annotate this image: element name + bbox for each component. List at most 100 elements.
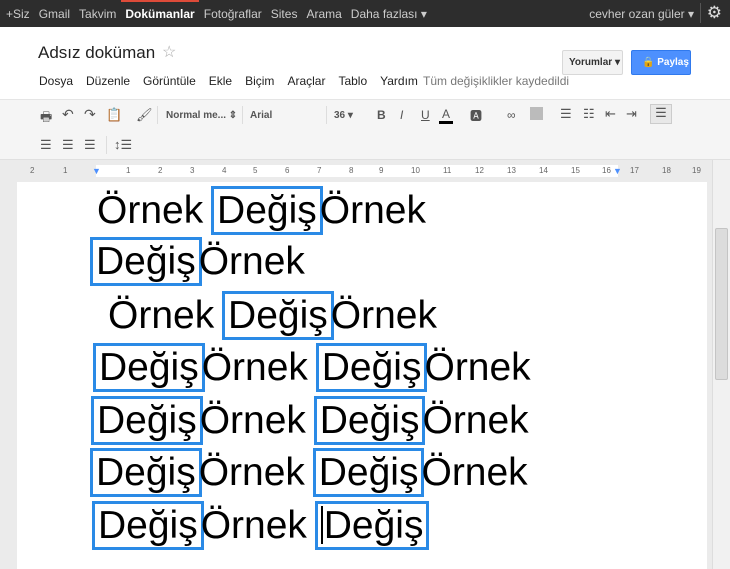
menu-view[interactable]: Görüntüle <box>143 74 196 88</box>
divider <box>242 106 243 124</box>
ruler-label: 12 <box>475 166 484 175</box>
ruler-label: 19 <box>692 166 701 175</box>
highlighted-word: Değiş <box>315 343 428 392</box>
vertical-scrollbar[interactable] <box>712 160 730 569</box>
text-color-icon[interactable]: A <box>439 107 454 124</box>
highlight-color-icon[interactable]: 🅰 <box>470 107 482 124</box>
right-indent-handle[interactable]: ▼ <box>613 166 622 176</box>
ruler-label: 4 <box>222 166 227 175</box>
redo-icon[interactable]: ↷ <box>84 106 96 123</box>
text-run: Örnek <box>319 189 426 232</box>
italic-icon[interactable]: I <box>400 108 403 122</box>
ruler-label: 17 <box>630 166 639 175</box>
nav-plus[interactable]: +Siz <box>6 7 30 21</box>
ruler[interactable]: 2 1 ▼ 1 2 3 4 5 6 7 8 9 10 11 12 13 14 1… <box>0 160 712 182</box>
gear-icon[interactable]: ⚙ <box>699 3 722 23</box>
text-run: Örnek <box>97 189 215 232</box>
justify-icon[interactable]: ☰ <box>84 137 96 153</box>
divider <box>157 106 158 124</box>
save-status: Tüm değişiklikler kaydedildi <box>423 74 570 88</box>
ruler-label: 16 <box>602 166 611 175</box>
text-cursor <box>320 506 323 544</box>
ruler-label: 9 <box>379 166 384 175</box>
bold-icon[interactable]: B <box>377 108 386 122</box>
scrollbar-thumb[interactable] <box>715 228 728 380</box>
highlighted-word: Değiş <box>90 237 202 286</box>
user-menu[interactable]: cevher ozan güler ▾ <box>589 7 694 21</box>
divider <box>326 106 327 124</box>
ruler-label: 2 <box>30 166 35 175</box>
paint-format-icon[interactable]: 🖌 <box>136 107 153 123</box>
highlighted-word: Değiş <box>211 186 323 235</box>
menu-tools[interactable]: Araçlar <box>287 74 325 88</box>
text-run: Örnek <box>330 294 437 337</box>
toolbar: 🖶 ↶ ↷ 📋 🖌 Normal me... ⇕ Arial 36 ▾ B I … <box>0 99 730 160</box>
underline-icon[interactable]: U <box>421 108 430 122</box>
menu-file[interactable]: Dosya <box>39 74 73 88</box>
ruler-label: 18 <box>662 166 671 175</box>
document-page[interactable]: Örnek DeğişÖrnek DeğişÖrnek Örnek DeğişÖ… <box>17 182 707 569</box>
text-line[interactable]: Örnek DeğişÖrnek <box>108 291 437 340</box>
text-line[interactable]: Örnek DeğişÖrnek <box>97 186 426 235</box>
ruler-label: 8 <box>349 166 354 175</box>
text-run: Örnek <box>198 451 316 494</box>
text-line[interactable]: DeğişÖrnek DeğişÖrnek <box>93 343 531 392</box>
ruler-label: 1 <box>126 166 131 175</box>
nav-gmail[interactable]: Gmail <box>39 7 70 21</box>
text-run: Örnek <box>201 346 319 389</box>
share-button[interactable]: 🔒 Paylaş <box>631 50 691 75</box>
font-select[interactable]: Arial <box>250 110 320 121</box>
ruler-label: 13 <box>507 166 516 175</box>
left-indent-handle[interactable]: ▼ <box>92 166 101 176</box>
text-line[interactable]: DeğişÖrnek DeğişÖrnek <box>91 396 529 445</box>
menu-table[interactable]: Tablo <box>338 74 367 88</box>
font-size-select[interactable]: 36 ▾ <box>334 110 353 121</box>
align-right-icon[interactable]: ☰ <box>62 137 74 153</box>
ruler-label: 10 <box>411 166 420 175</box>
highlighted-word: Değiş <box>312 448 425 497</box>
menu-help[interactable]: Yardım <box>380 74 418 88</box>
line-spacing-icon[interactable]: ↕☰ <box>114 137 132 153</box>
decrease-indent-icon[interactable]: ⇤ <box>605 106 616 122</box>
text-run: Örnek <box>422 399 529 442</box>
text-line[interactable]: DeğişÖrnek Değiş <box>92 501 430 550</box>
align-center-icon[interactable]: ☰ <box>40 137 52 153</box>
text-run: Örnek <box>108 294 226 337</box>
menu-edit[interactable]: Düzenle <box>86 74 130 88</box>
menu-insert[interactable]: Ekle <box>209 74 232 88</box>
text-run: Örnek <box>421 451 528 494</box>
document-canvas: Örnek DeğişÖrnek DeğişÖrnek Örnek DeğişÖ… <box>0 182 712 569</box>
nav-calendar[interactable]: Takvim <box>79 7 116 21</box>
star-icon[interactable]: ☆ <box>162 42 176 62</box>
comments-button[interactable]: Yorumlar ▾ <box>562 50 623 75</box>
highlighted-word: Değiş <box>222 291 334 340</box>
ruler-label: 5 <box>253 166 258 175</box>
document-title[interactable]: Adsız doküman <box>38 43 155 63</box>
undo-icon[interactable]: ↶ <box>62 106 74 123</box>
ruler-label: 14 <box>539 166 548 175</box>
text-line[interactable]: DeğişÖrnek DeğişÖrnek <box>90 448 528 497</box>
text-line[interactable]: DeğişÖrnek <box>90 237 305 286</box>
ruler-label: 1 <box>63 166 68 175</box>
doc-header: Adsız doküman ☆ Dosya Düzenle Görüntüle … <box>0 27 730 99</box>
increase-indent-icon[interactable]: ⇥ <box>626 106 637 122</box>
nav-photos[interactable]: Fotoğraflar <box>204 7 262 21</box>
align-left-icon[interactable]: ☰ <box>650 104 672 124</box>
google-nav: +Siz Gmail Takvim Dokümanlar Fotoğraflar… <box>6 0 427 21</box>
nav-more[interactable]: Daha fazlası ▾ <box>351 7 427 21</box>
paste-icon[interactable]: 📋 <box>106 107 122 123</box>
bulleted-list-icon[interactable]: ☷ <box>583 106 595 122</box>
highlighted-word: Değiş <box>92 501 204 550</box>
style-select[interactable]: Normal me... ⇕ <box>166 110 237 121</box>
print-icon[interactable]: 🖶 <box>40 108 52 130</box>
numbered-list-icon[interactable]: ☰ <box>560 106 572 122</box>
nav-search[interactable]: Arama <box>306 7 341 21</box>
nav-sites[interactable]: Sites <box>271 7 298 21</box>
link-icon[interactable]: ∞ <box>507 108 516 122</box>
highlighted-word: Değiş <box>90 448 202 497</box>
menu-format[interactable]: Biçim <box>245 74 274 88</box>
text-run: Değiş <box>323 504 424 547</box>
highlighted-word: Değiş <box>313 396 426 445</box>
image-icon[interactable] <box>530 107 543 120</box>
nav-documents[interactable]: Dokümanlar <box>121 0 200 21</box>
